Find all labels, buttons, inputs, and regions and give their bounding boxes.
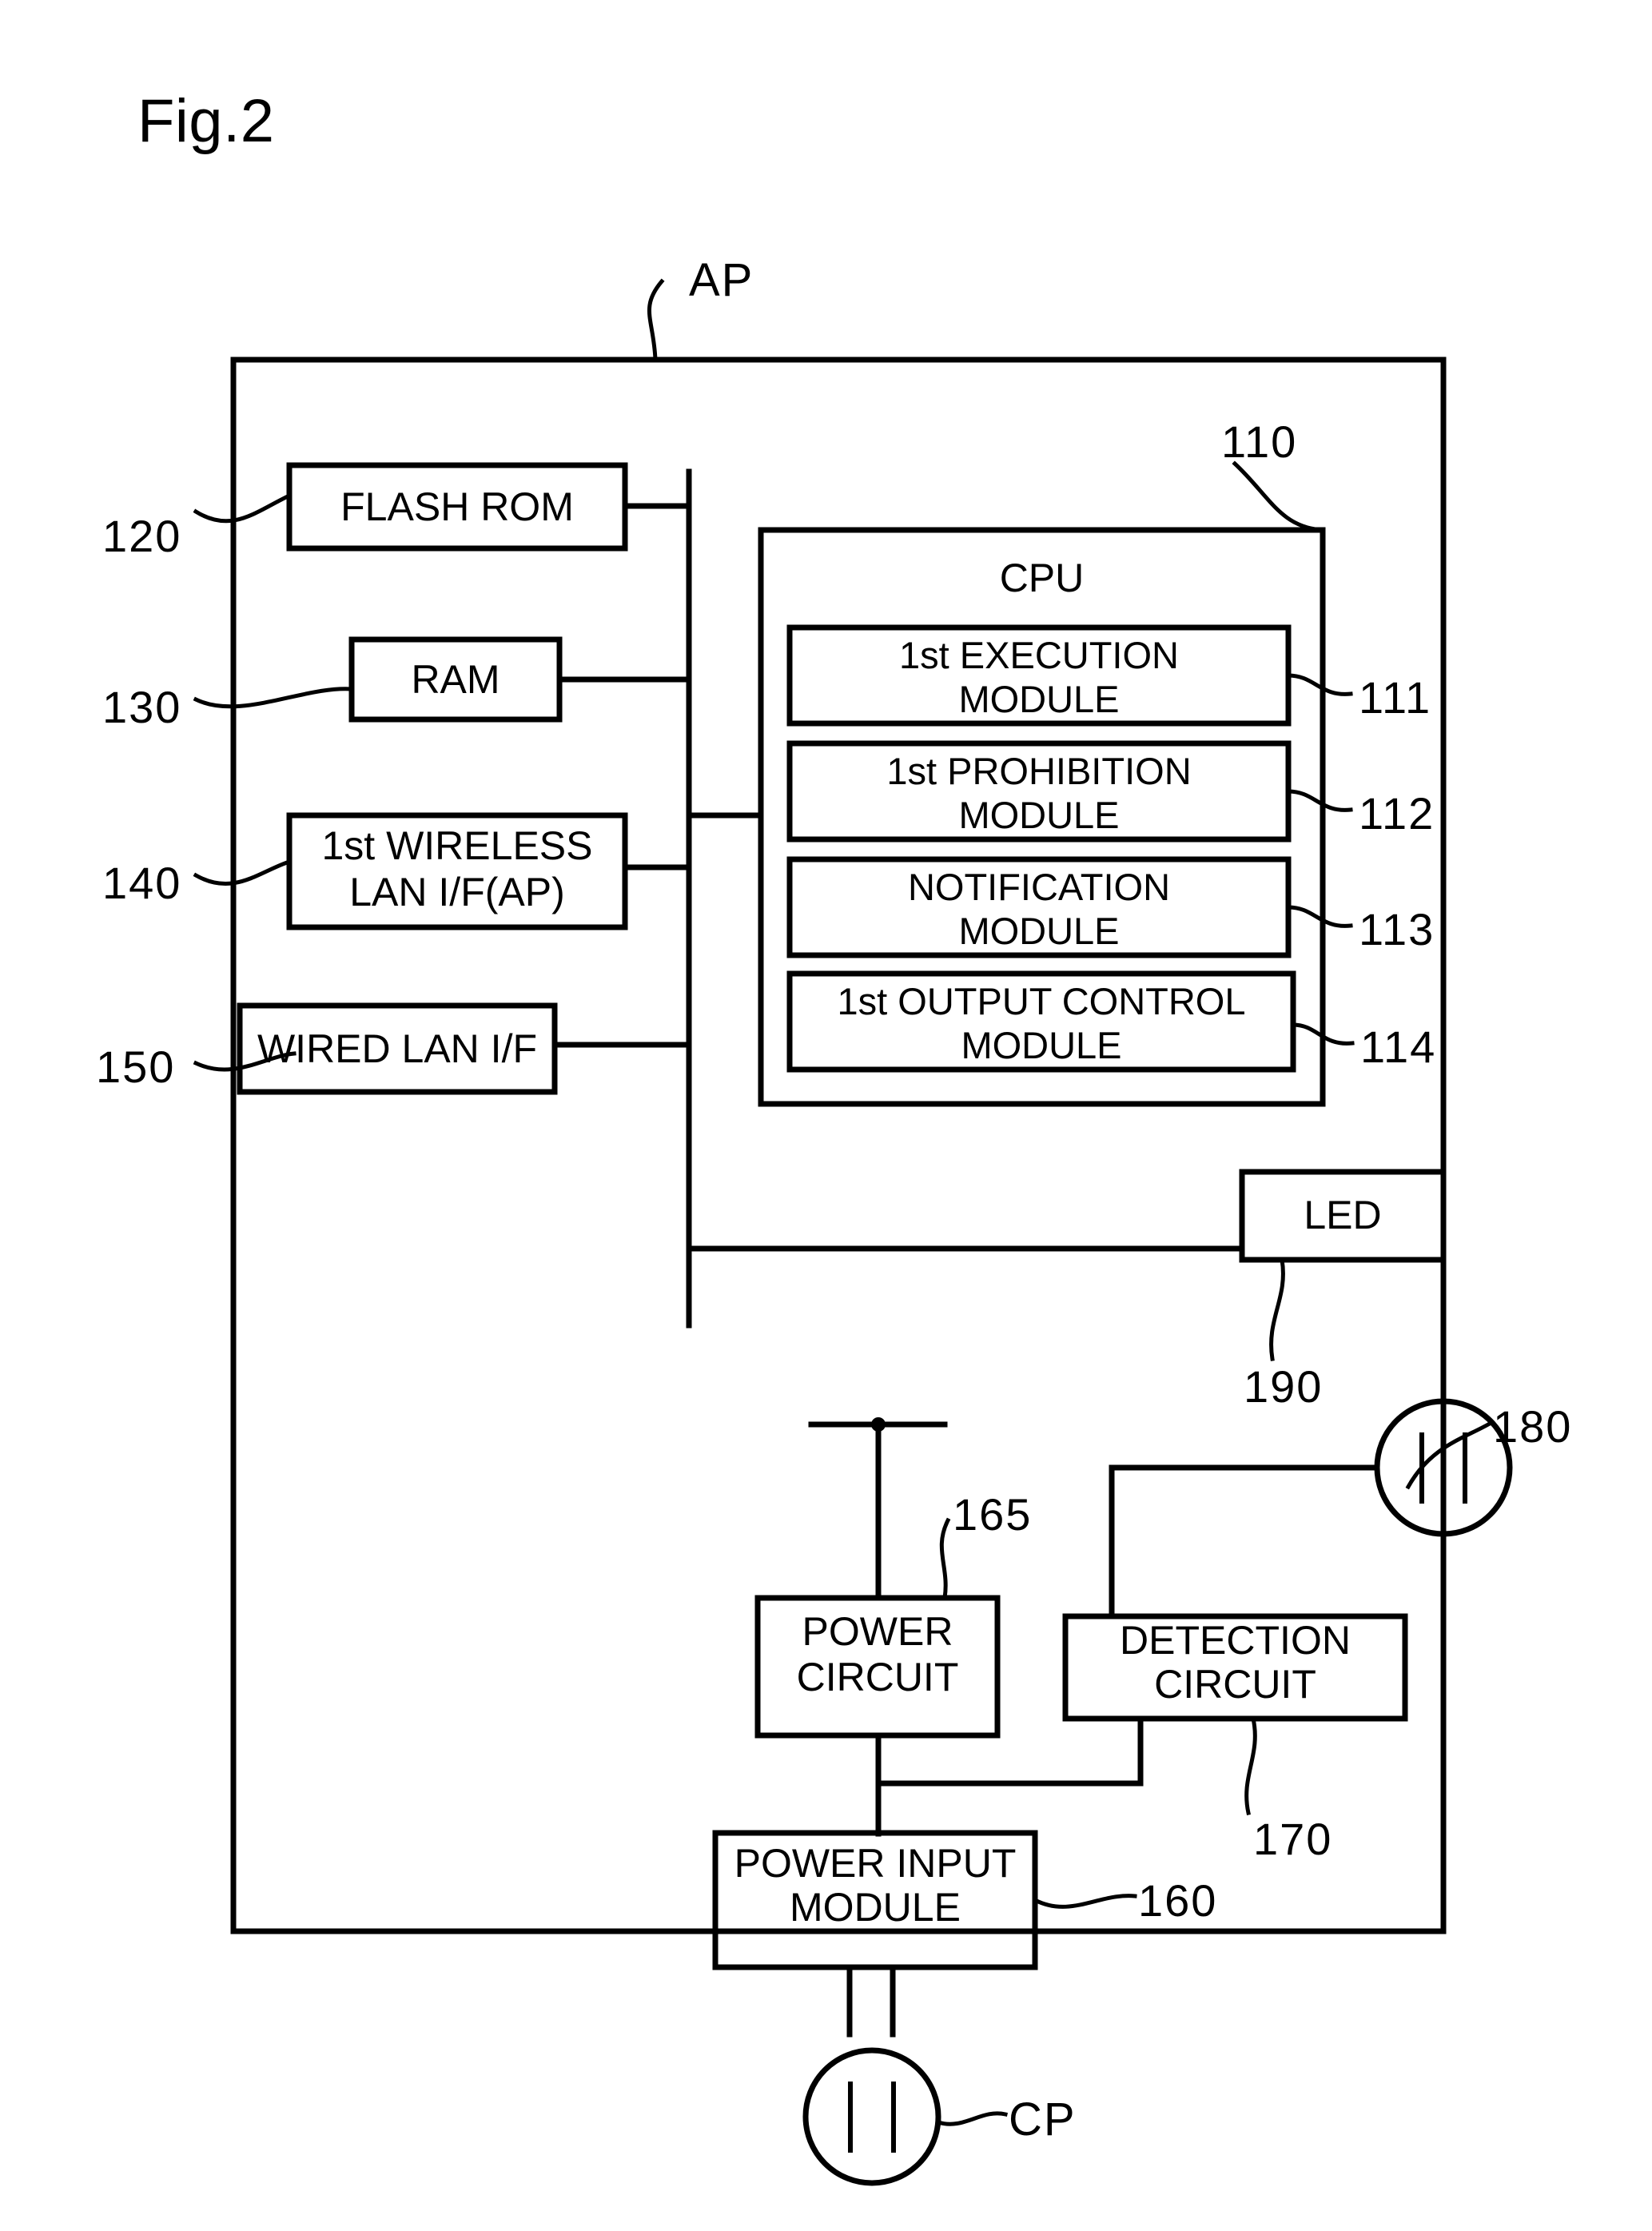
power-junction-dot [871,1417,886,1432]
module-notification-label-line1: NOTIFICATION [907,866,1171,908]
cp-leader-line [935,2111,1009,2126]
ram-label: RAM [411,657,500,702]
figure-root: Fig.2 AP 120 130 140 150 FLASH ROM RAM 1… [0,0,1652,2231]
cp-connector-circle [802,2047,941,2186]
ref-160-leader [1032,1894,1137,1909]
ref-number-112: 112 [1359,788,1435,839]
ref-number-113: 113 [1359,904,1435,954]
ref-number-165: 165 [953,1489,1033,1540]
ref-120-leader [193,492,293,524]
power-input-module-label-line1: POWER INPUT [734,1841,1017,1886]
module-1st-execution-label-line1: 1st EXECUTION [899,634,1179,676]
module-113-leader [1286,905,1353,928]
module-1st-prohibition-label-line2: MODULE [958,794,1120,836]
detection-circuit-label-line1: DETECTION [1120,1618,1351,1663]
ref-140-leader [193,859,293,886]
ref-number-190: 190 [1244,1361,1324,1412]
module-112-leader [1286,789,1353,812]
ref-number-111: 111 [1359,672,1432,723]
led-label: LED [1304,1193,1382,1237]
ref-number-114: 114 [1360,1022,1437,1072]
power-input-module-label-line2: MODULE [790,1885,961,1930]
cp-label: CP [1009,2094,1077,2145]
ap-label: AP [689,254,754,306]
ref-170-leader [1244,1716,1257,1815]
ref-number-140: 140 [102,858,182,908]
module-1st-output-control-label-line1: 1st OUTPUT CONTROL [837,980,1246,1022]
power-circuit-label-line1: POWER [802,1609,953,1654]
module-1st-execution-label-line2: MODULE [958,678,1120,720]
module-1st-output-control-label-line2: MODULE [961,1024,1122,1066]
wireless-lan-label-line1: 1st WIRELESS [321,823,593,868]
ref-165-leader [939,1517,951,1600]
wireless-lan-label-line2: LAN I/F(AP) [349,870,565,914]
ref-190-leader [1269,1257,1285,1361]
ref-number-160: 160 [1138,1875,1218,1926]
ref-number-150: 150 [96,1042,176,1092]
ref-number-180: 180 [1493,1401,1573,1452]
cpu-leader-line [1232,460,1325,532]
cpu-label: CPU [999,556,1085,600]
detection-circuit-label-line2: CIRCUIT [1154,1662,1316,1707]
ap-leader-line [647,278,665,362]
module-1st-prohibition-label-line1: 1st PROHIBITION [886,750,1192,792]
power-circuit-label-line2: CIRCUIT [796,1655,959,1699]
ref-number-110: 110 [1221,416,1298,467]
flash-rom-label: FLASH ROM [340,484,574,529]
module-111-leader [1286,673,1353,696]
wired-lan-label: WIRED LAN I/F [257,1026,538,1071]
ref-number-170: 170 [1253,1814,1333,1864]
module-notification-label-line2: MODULE [958,910,1120,952]
ref-number-120: 120 [102,511,182,561]
ref-number-130: 130 [102,682,182,732]
ref-130-leader [193,687,354,709]
